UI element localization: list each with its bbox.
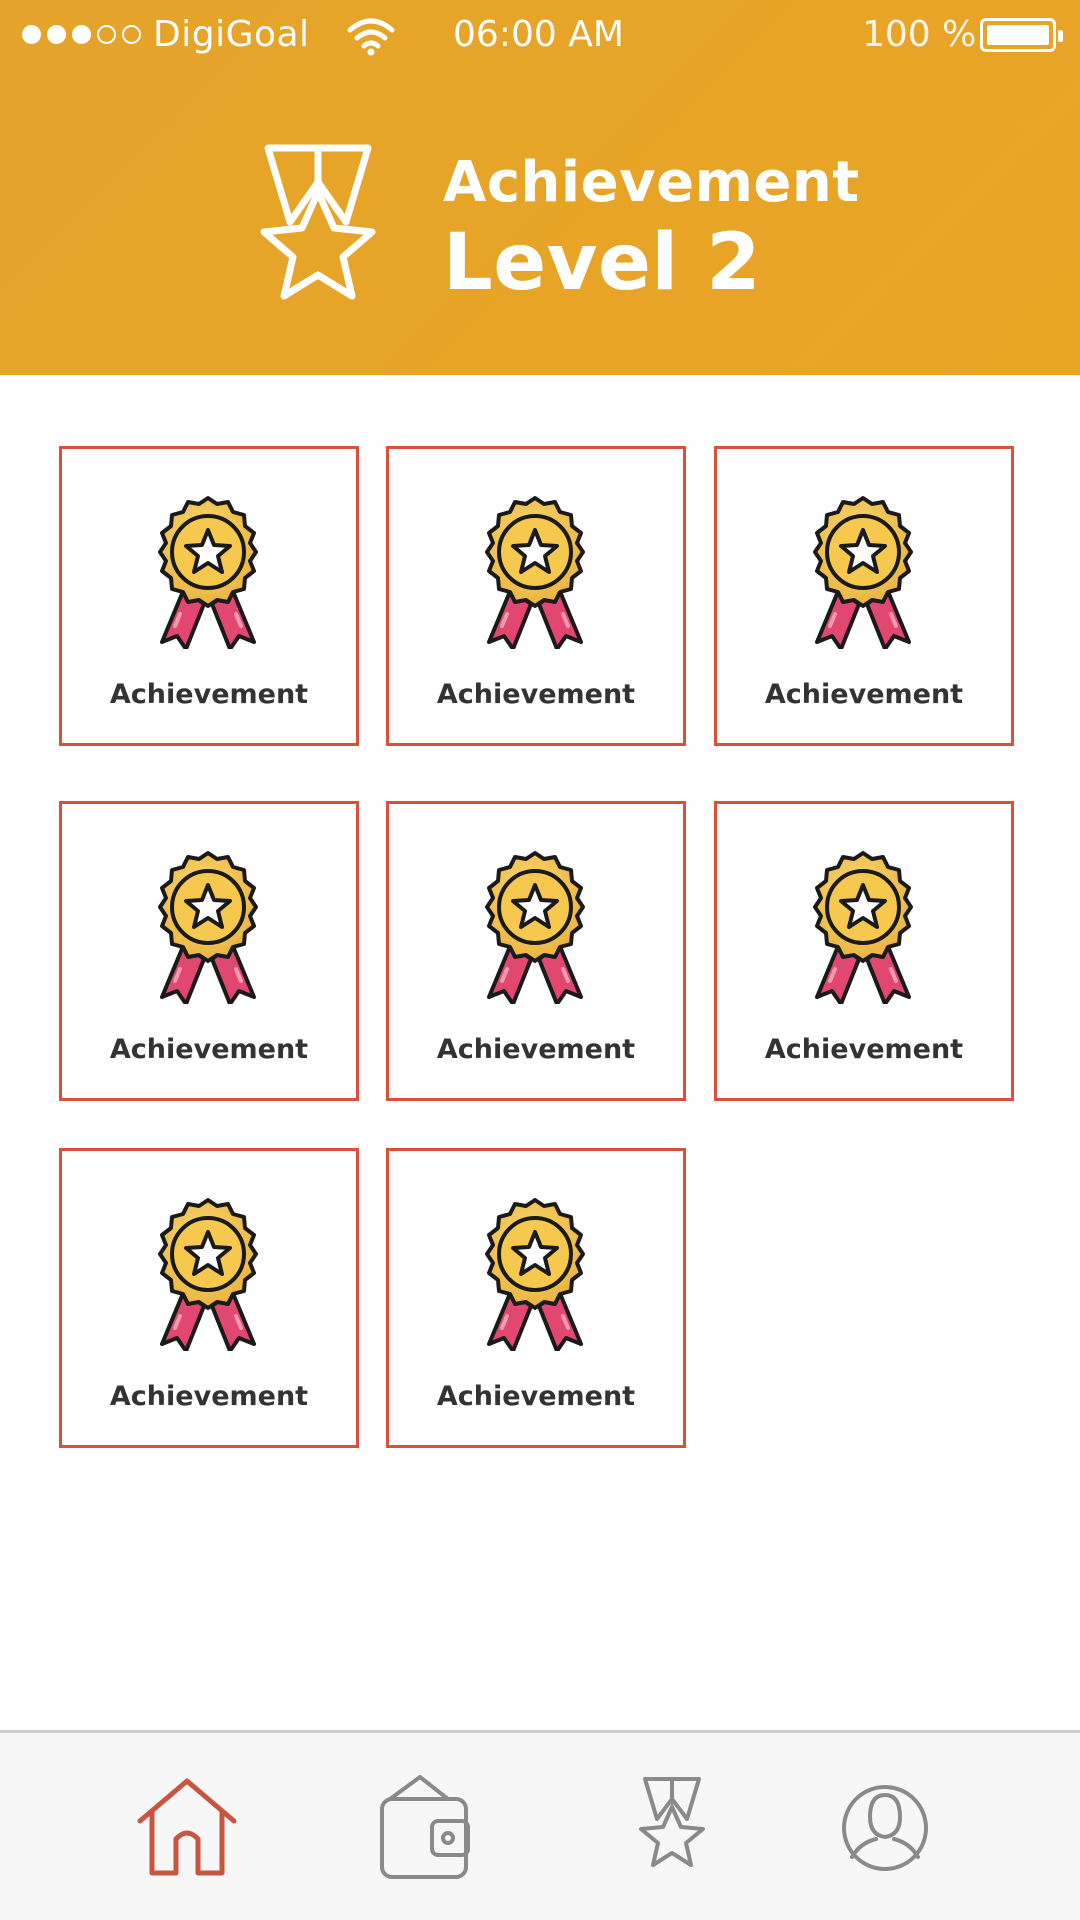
achievement-label: Achievement	[436, 1381, 636, 1412]
achievement-label: Achievement	[109, 1034, 309, 1065]
bottom-navigation	[0, 1730, 1080, 1920]
achievement-card[interactable]: Achievement	[386, 446, 686, 746]
achievement-label: Achievement	[436, 679, 636, 710]
achievement-label: Achievement	[436, 1034, 636, 1065]
achievement-card[interactable]: Achievement	[386, 1148, 686, 1448]
medal-ribbon-icon	[485, 1198, 585, 1351]
achievement-card[interactable]: Achievement	[59, 801, 359, 1101]
medal-ribbon-icon	[158, 1198, 258, 1351]
medal-ribbon-icon	[485, 496, 585, 649]
achievement-label: Achievement	[109, 1381, 309, 1412]
achievement-card[interactable]: Achievement	[59, 1148, 359, 1448]
achievement-label: Achievement	[764, 1034, 964, 1065]
medal-ribbon-icon	[158, 496, 258, 649]
achievement-card[interactable]: Achievement	[714, 446, 1014, 746]
medal-ribbon-icon	[813, 496, 913, 649]
achievement-card[interactable]: Achievement	[386, 801, 686, 1101]
home-icon[interactable]	[132, 1773, 242, 1883]
medal-ribbon-icon	[813, 851, 913, 1004]
achievement-label: Achievement	[109, 679, 309, 710]
wallet-icon[interactable]	[368, 1773, 478, 1883]
achievement-grid: Achievement Achievement Achievement Achi…	[0, 0, 1080, 1730]
achievement-card[interactable]: Achievement	[714, 801, 1014, 1101]
achievement-card[interactable]: Achievement	[59, 446, 359, 746]
medal-ribbon-icon	[158, 851, 258, 1004]
achievement-label: Achievement	[764, 679, 964, 710]
user-icon[interactable]	[830, 1773, 940, 1883]
medal-star-icon[interactable]	[617, 1773, 727, 1883]
medal-ribbon-icon	[485, 851, 585, 1004]
